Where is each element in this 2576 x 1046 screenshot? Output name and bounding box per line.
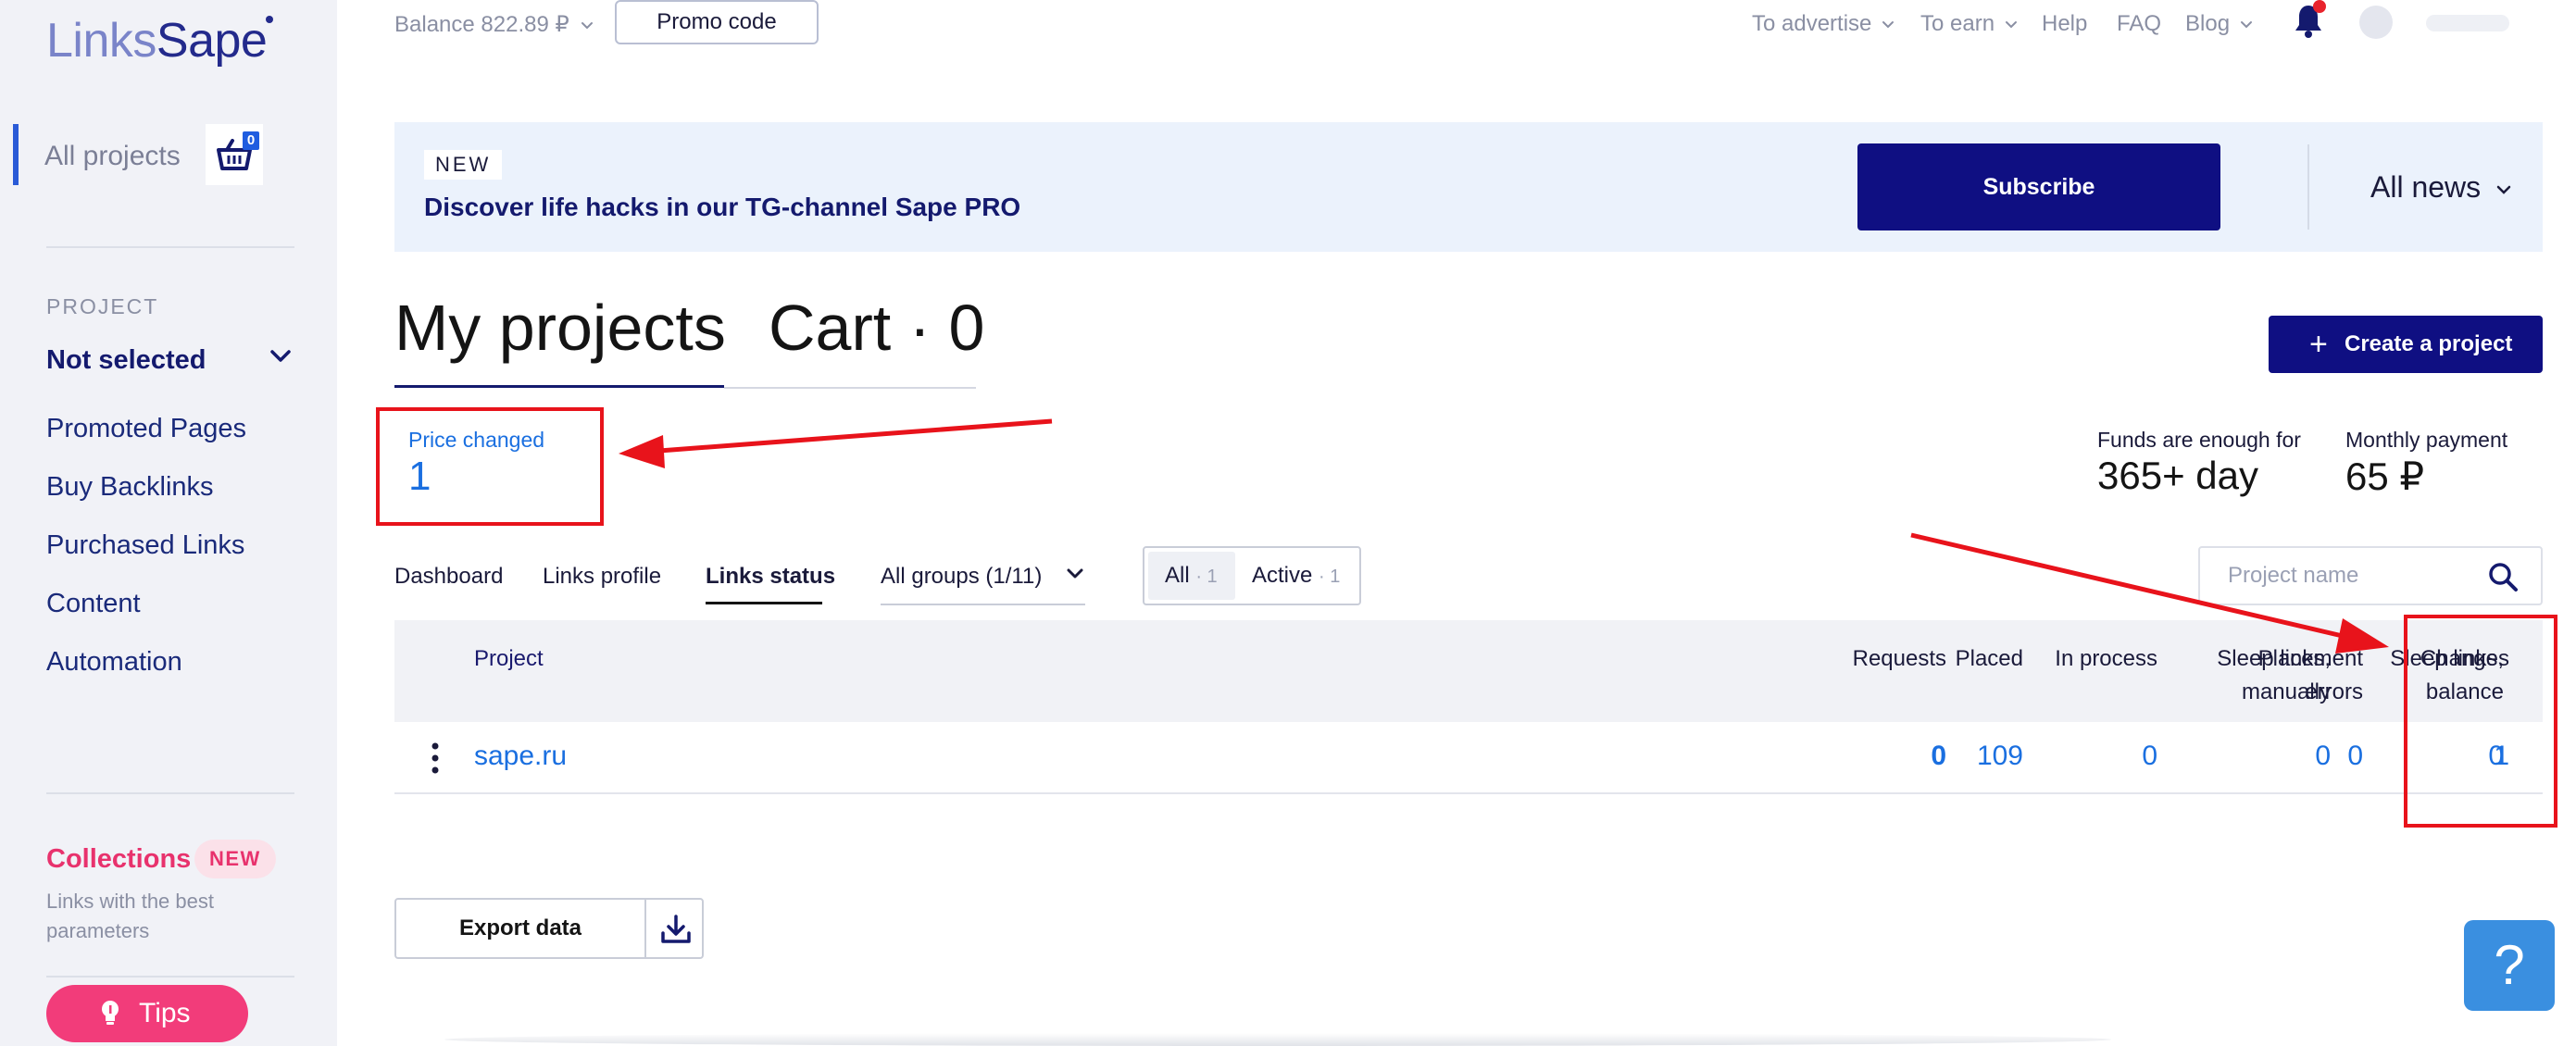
annotation-arrow-price-changed <box>619 418 1053 468</box>
annotation-arrows <box>619 418 2389 654</box>
annotation-arrow-changes <box>1910 532 2389 654</box>
